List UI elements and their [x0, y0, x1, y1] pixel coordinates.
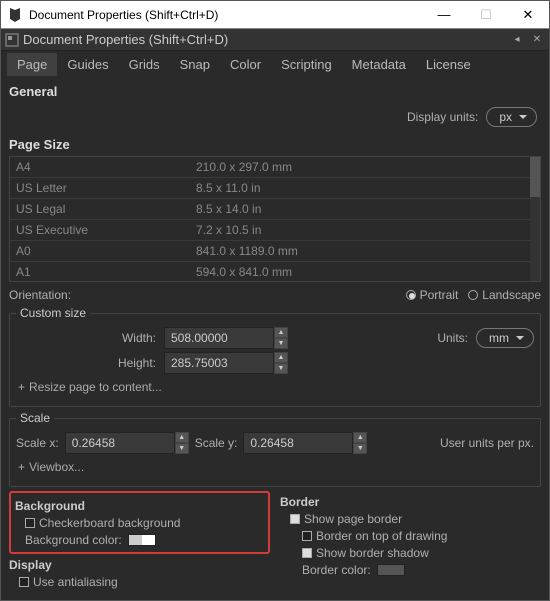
custom-size-group: Custom size Width: ▲▼ Units: mm Height: [9, 306, 541, 407]
scale-group: Scale Scale x: ▲▼ Scale y: ▲▼ User units… [9, 411, 541, 487]
antialias-checkbox[interactable] [19, 577, 29, 587]
checkerboard-label: Checkerboard background [39, 516, 180, 530]
plus-icon: + [18, 460, 25, 474]
spin-down-icon[interactable]: ▼ [274, 363, 288, 374]
antialias-label: Use antialiasing [33, 575, 118, 589]
resize-to-content-button[interactable]: + Resize page to content... [16, 377, 534, 397]
minimize-button[interactable]: — [423, 1, 465, 28]
show-border-checkbox[interactable] [290, 514, 300, 524]
dialog-title: Document Properties (Shift+Ctrl+D) [23, 32, 505, 47]
tab-guides[interactable]: Guides [57, 53, 118, 76]
page-size-list[interactable]: A4210.0 x 297.0 mm US Letter8.5 x 11.0 i… [9, 156, 541, 282]
app-icon [7, 7, 23, 23]
chevron-down-icon [515, 333, 525, 343]
display-units-label: Display units: [407, 110, 478, 124]
list-item[interactable]: US Letter8.5 x 11.0 in [10, 178, 530, 199]
border-on-top-label: Border on top of drawing [316, 529, 447, 543]
dock-header: Document Properties (Shift+Ctrl+D) ◂ ✕ [1, 29, 549, 51]
page-size-rows: A4210.0 x 297.0 mm US Letter8.5 x 11.0 i… [10, 157, 530, 281]
tab-grids[interactable]: Grids [119, 53, 170, 76]
height-label: Height: [16, 356, 156, 370]
scale-x-spinner[interactable]: ▲▼ [65, 432, 189, 454]
height-spinner[interactable]: ▲▼ [164, 352, 288, 374]
spin-up-icon[interactable]: ▲ [274, 352, 288, 363]
plus-icon: + [18, 380, 25, 394]
scale-y-spinner[interactable]: ▲▼ [243, 432, 367, 454]
display-units-value: px [499, 110, 512, 124]
tab-license[interactable]: License [416, 53, 481, 76]
scrollbar-thumb[interactable] [530, 157, 540, 197]
spin-up-icon[interactable]: ▲ [175, 432, 189, 443]
maximize-button[interactable]: ☐ [465, 1, 507, 28]
tab-page[interactable]: Page [7, 53, 57, 76]
background-color-swatch[interactable] [128, 534, 156, 546]
chevron-down-icon [518, 112, 528, 122]
orientation-label: Orientation: [9, 288, 71, 302]
spin-up-icon[interactable]: ▲ [353, 432, 367, 443]
resize-to-content-label: Resize page to content... [29, 380, 162, 394]
border-on-top-checkbox[interactable] [302, 531, 312, 541]
height-input[interactable] [164, 352, 274, 374]
size-units-select[interactable]: mm [476, 328, 534, 348]
titlebar: Document Properties (Shift+Ctrl+D) — ☐ ✕ [1, 1, 549, 29]
display-heading: Display [9, 558, 270, 572]
width-spinner[interactable]: ▲▼ [164, 327, 288, 349]
general-heading: General [9, 84, 541, 99]
checkerboard-checkbox[interactable] [25, 518, 35, 528]
tab-metadata[interactable]: Metadata [342, 53, 416, 76]
list-item[interactable]: A4210.0 x 297.0 mm [10, 157, 530, 178]
tab-color[interactable]: Color [220, 53, 271, 76]
tab-bar: Page Guides Grids Snap Color Scripting M… [1, 51, 549, 76]
portrait-radio[interactable] [406, 290, 416, 300]
landscape-label: Landscape [482, 288, 541, 302]
window-title: Document Properties (Shift+Ctrl+D) [29, 8, 423, 22]
background-color-label: Background color: [25, 533, 122, 547]
list-item[interactable]: A1594.0 x 841.0 mm [10, 262, 530, 282]
spin-down-icon[interactable]: ▼ [274, 338, 288, 349]
list-item[interactable]: A0841.0 x 1189.0 mm [10, 241, 530, 262]
portrait-label: Portrait [420, 288, 459, 302]
page-size-heading: Page Size [9, 137, 541, 152]
size-units-value: mm [489, 331, 509, 345]
page-panel: General Display units: px Page Size A421… [1, 76, 549, 596]
custom-size-legend: Custom size [16, 306, 90, 320]
background-highlight-annotation: Background Checkerboard background Backg… [9, 491, 270, 554]
width-input[interactable] [164, 327, 274, 349]
background-heading: Background [15, 499, 264, 513]
border-color-swatch[interactable] [377, 564, 405, 576]
viewbox-button[interactable]: + Viewbox... [16, 457, 534, 477]
tab-snap[interactable]: Snap [170, 53, 220, 76]
page-size-scrollbar[interactable] [530, 157, 540, 281]
scale-x-input[interactable] [65, 432, 175, 454]
dialog-icon [5, 33, 19, 47]
border-shadow-checkbox[interactable] [302, 548, 312, 558]
display-units-select[interactable]: px [486, 107, 537, 127]
user-units-label: User units per px. [440, 436, 534, 450]
scale-y-label: Scale y: [195, 436, 238, 450]
border-shadow-label: Show border shadow [316, 546, 429, 560]
border-color-label: Border color: [302, 563, 371, 577]
scale-x-label: Scale x: [16, 436, 59, 450]
landscape-radio[interactable] [468, 290, 478, 300]
viewbox-label: Viewbox... [29, 460, 84, 474]
scale-legend: Scale [16, 411, 54, 425]
border-heading: Border [280, 495, 541, 509]
units-label: Units: [437, 331, 468, 345]
dock-back-icon[interactable]: ◂ [509, 32, 525, 48]
dock-close-icon[interactable]: ✕ [529, 32, 545, 48]
list-item[interactable]: US Executive7.2 x 10.5 in [10, 220, 530, 241]
show-border-label: Show page border [304, 512, 402, 526]
width-label: Width: [16, 331, 156, 345]
tab-scripting[interactable]: Scripting [271, 53, 342, 76]
scale-y-input[interactable] [243, 432, 353, 454]
close-button[interactable]: ✕ [507, 1, 549, 28]
document-properties-window: Document Properties (Shift+Ctrl+D) — ☐ ✕… [0, 0, 550, 601]
spin-down-icon[interactable]: ▼ [353, 443, 367, 454]
spin-up-icon[interactable]: ▲ [274, 327, 288, 338]
spin-down-icon[interactable]: ▼ [175, 443, 189, 454]
list-item[interactable]: US Legal8.5 x 14.0 in [10, 199, 530, 220]
